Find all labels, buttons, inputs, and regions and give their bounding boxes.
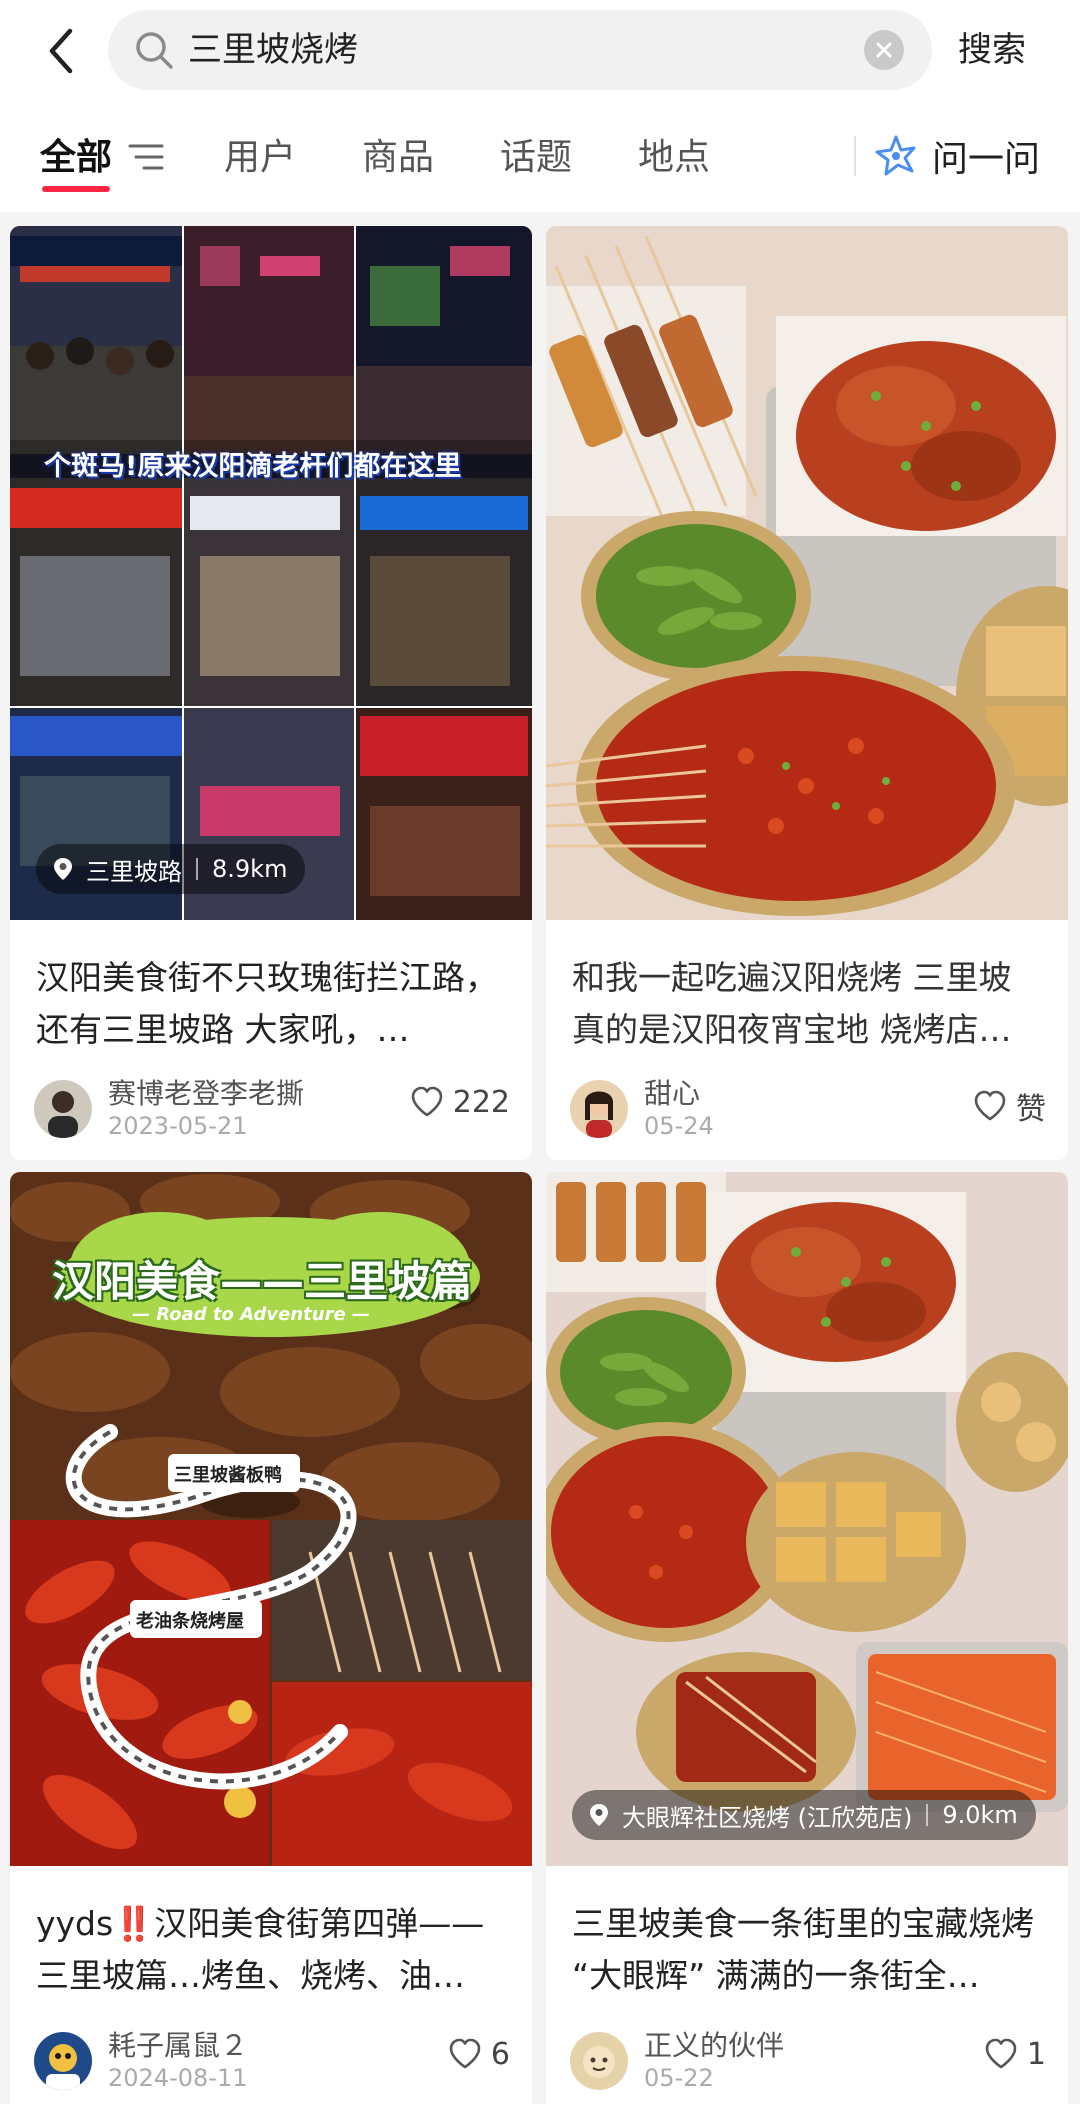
clear-search-button[interactable] [864, 30, 904, 70]
heart-icon [411, 1086, 443, 1117]
post-date: 05-24 [644, 1112, 714, 1140]
tab-products[interactable]: 商品 [362, 100, 434, 212]
like-count: 赞 [1016, 1092, 1046, 1127]
location-pin-icon [590, 1804, 608, 1826]
street-collage-illustration [10, 226, 532, 920]
note-card[interactable]: 个斑马!原来汉阳滴老杆们都在这里 三里坡路 8.9km 汉阳美食街不只玫瑰街拦江… [10, 226, 532, 1160]
post-date: 2023-05-21 [108, 1112, 248, 1140]
heart-icon [974, 1090, 1006, 1121]
search-query-text[interactable]: 三里坡烧烤 [188, 10, 358, 90]
bbq-table-illustration [546, 1172, 1068, 1866]
like-button[interactable]: 1 [983, 2036, 1046, 2072]
ask-sparkle-icon [875, 135, 916, 176]
ask-label: 问一问 [932, 139, 1041, 180]
back-button[interactable] [36, 22, 86, 80]
avatar-image [570, 1080, 628, 1138]
close-icon [876, 42, 892, 58]
location-chip[interactable]: 三里坡路 8.9km [36, 844, 306, 894]
author-avatar[interactable] [570, 1080, 628, 1138]
author-name[interactable]: 耗子属鼠２ [108, 2024, 248, 2064]
note-card[interactable]: 和我一起吃遍汉阳烧烤 三里坡真的是汉阳夜宵宝地 烧烤店… 甜心 05-24 赞 [546, 226, 1068, 1160]
like-count: 222 [452, 1084, 510, 1120]
filter-tabs: 全部 用户 商品 话题 地点 问一问 [0, 100, 1080, 212]
like-count: 1 [1026, 2036, 1046, 2072]
author-avatar[interactable] [34, 2032, 92, 2090]
note-title[interactable]: 汉阳美食街不只玫瑰街拦江路，还有三里坡路 大家吼，… [36, 952, 506, 1056]
like-button[interactable]: 6 [447, 2036, 510, 2072]
cover-caption: 个斑马!原来汉阳滴老杆们都在这里 [44, 451, 462, 482]
cover-tag: 老油条烧烤屋 [136, 1611, 244, 1632]
chevron-left-icon [49, 28, 73, 74]
author-avatar[interactable] [570, 2032, 628, 2090]
note-cover-image: 汉阳美食——三里坡篇 — Road to Adventure — 三里坡酱板鸭 … [10, 1172, 532, 1866]
author-avatar[interactable] [34, 1080, 92, 1138]
note-card[interactable]: 汉阳美食——三里坡篇 — Road to Adventure — 三里坡酱板鸭 … [10, 1172, 532, 2104]
location-distance: 9.0km [942, 1801, 1018, 1829]
like-button[interactable]: 赞 [972, 1084, 1046, 1128]
location-separator [926, 1804, 929, 1826]
note-card[interactable]: 大眼辉社区烧烤 (江欣苑店) 9.0km 三里坡美食一条街里的宝藏烧烤 “大眼辉… [546, 1172, 1068, 2104]
top-bar: 三里坡烧烤 搜索 [0, 0, 1080, 100]
location-name: 大眼辉社区烧烤 (江欣苑店) [622, 1803, 913, 1832]
tab-all[interactable]: 全部 [40, 100, 112, 212]
location-chip[interactable]: 大眼辉社区烧烤 (江欣苑店) 9.0km [572, 1790, 1036, 1840]
heart-icon [449, 2038, 481, 2069]
note-cover-image [546, 226, 1068, 920]
location-distance: 8.9km [212, 855, 288, 883]
tab-topics[interactable]: 话题 [500, 100, 572, 212]
note-title[interactable]: yyds‼️汉阳美食街第四弹——三里坡篇…烤鱼、烧烤、油… [36, 1898, 506, 2002]
note-title[interactable]: 三里坡美食一条街里的宝藏烧烤 “大眼辉” 满满的一条街全… [572, 1898, 1042, 2002]
cover-tag: 三里坡酱板鸭 [174, 1465, 282, 1486]
author-name[interactable]: 正义的伙伴 [644, 2024, 784, 2064]
avatar-image [34, 1080, 92, 1138]
post-date: 05-22 [644, 2064, 714, 2092]
like-button[interactable]: 222 [409, 1084, 510, 1120]
tab-places[interactable]: 地点 [638, 100, 710, 212]
avatar-image [570, 2032, 628, 2090]
bbq-food-illustration [546, 226, 1068, 920]
location-name: 三里坡路 [86, 857, 182, 886]
note-title[interactable]: 和我一起吃遍汉阳烧烤 三里坡真的是汉阳夜宵宝地 烧烤店… [572, 952, 1042, 1056]
tab-users[interactable]: 用户 [224, 100, 296, 212]
tab-divider [854, 136, 856, 176]
filter-icon[interactable] [128, 140, 164, 174]
active-tab-indicator [42, 186, 110, 192]
location-pin-icon [54, 858, 72, 880]
heart-icon [985, 2038, 1017, 2069]
ask-button[interactable]: 问一问 [874, 100, 1040, 212]
note-cover-image: 个斑马!原来汉阳滴老杆们都在这里 三里坡路 8.9km [10, 226, 532, 920]
location-separator [196, 858, 198, 880]
author-name[interactable]: 赛博老登李老撕 [108, 1072, 304, 1112]
search-input[interactable]: 三里坡烧烤 [108, 10, 932, 90]
cover-subtitle: — Road to Adventure — [132, 1304, 370, 1325]
author-name[interactable]: 甜心 [644, 1072, 700, 1112]
note-cover-image: 大眼辉社区烧烤 (江欣苑店) 9.0km [546, 1172, 1068, 1866]
avatar-image [34, 2032, 92, 2090]
search-icon [136, 32, 173, 69]
like-count: 6 [490, 2036, 510, 2072]
post-date: 2024-08-11 [108, 2064, 248, 2092]
search-button[interactable]: 搜索 [958, 0, 1026, 100]
cover-title: 汉阳美食——三里坡篇 [52, 1257, 473, 1306]
